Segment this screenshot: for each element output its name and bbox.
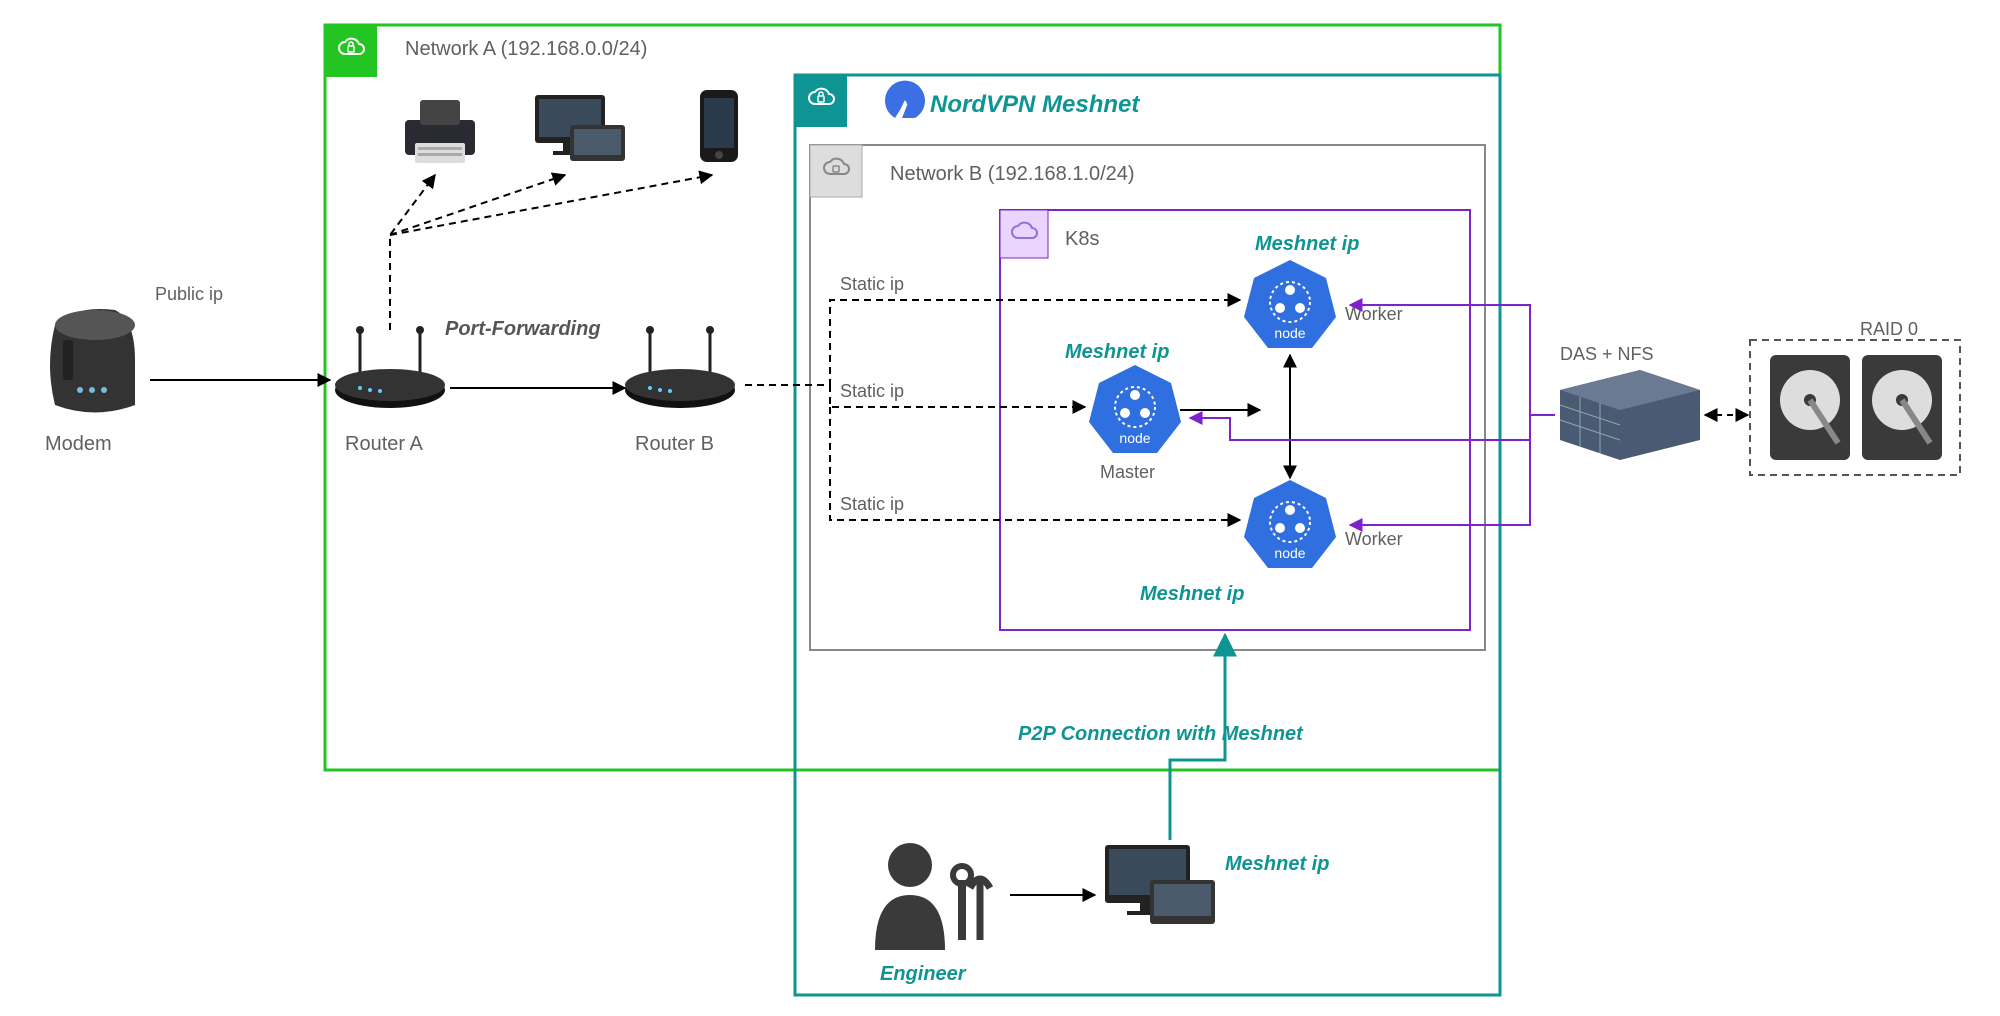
nordvpn-icon: [885, 81, 925, 118]
phone-icon: [700, 90, 738, 162]
workstation-icon: [1105, 845, 1215, 924]
meshnet-ip-eng: Meshnet ip: [1225, 853, 1329, 875]
router-a-icon: [335, 326, 445, 408]
network-a-box: Network A (192.168.0.0/24): [325, 25, 1500, 770]
engineer-label: Engineer: [880, 963, 967, 985]
router-b-icon: [625, 326, 735, 408]
meshnet-ip-w2: Meshnet ip: [1140, 583, 1244, 605]
disk-icon: [1862, 355, 1942, 460]
master-label: Master: [1100, 462, 1155, 482]
modem-icon: [50, 309, 135, 413]
public-ip-label: Public ip: [155, 284, 223, 304]
svg-text:node: node: [1274, 325, 1305, 341]
p2p-label: P2P Connection with Meshnet: [1018, 723, 1304, 745]
static-ip-1: Static ip: [840, 274, 904, 294]
das-nfs-label: DAS + NFS: [1560, 344, 1654, 364]
static-ip-3: Static ip: [840, 494, 904, 514]
port-forwarding-label: Port-Forwarding: [445, 318, 601, 340]
engineer-icon: [875, 843, 990, 950]
k8s-master-node: node: [1089, 365, 1181, 453]
k8s-worker2-node: node: [1244, 480, 1336, 568]
network-a-title: Network A (192.168.0.0/24): [405, 38, 647, 60]
worker2-label: Worker: [1345, 529, 1403, 549]
svg-text:node: node: [1119, 430, 1150, 446]
disk-icon: [1770, 355, 1850, 460]
network-b-title: Network B (192.168.1.0/24): [890, 163, 1135, 185]
meshnet-ip-w1: Meshnet ip: [1255, 233, 1359, 255]
k8s-title: K8s: [1065, 228, 1099, 250]
raid-box: RAID 0: [1750, 319, 1960, 475]
router-b-label: Router B: [635, 433, 714, 455]
k8s-box: K8s: [1000, 210, 1470, 630]
svg-text:node: node: [1274, 545, 1305, 561]
edge-to-printer: [390, 175, 435, 330]
storage-icon: [1560, 370, 1700, 460]
desktop-icon: [535, 95, 625, 161]
raid-label: RAID 0: [1860, 319, 1918, 339]
printer-icon: [405, 100, 475, 163]
modem-label: Modem: [45, 433, 112, 455]
k8s-worker1-node: node: [1244, 260, 1336, 348]
router-a-label: Router A: [345, 433, 423, 455]
edge-to-phone: [390, 175, 712, 235]
static-ip-2: Static ip: [840, 381, 904, 401]
edge-to-desktop: [390, 175, 565, 235]
worker1-label: Worker: [1345, 304, 1403, 324]
edge-nfs-w2: [1350, 415, 1530, 525]
meshnet-ip-master: Meshnet ip: [1065, 341, 1169, 363]
meshnet-title: NordVPN Meshnet: [930, 91, 1140, 118]
